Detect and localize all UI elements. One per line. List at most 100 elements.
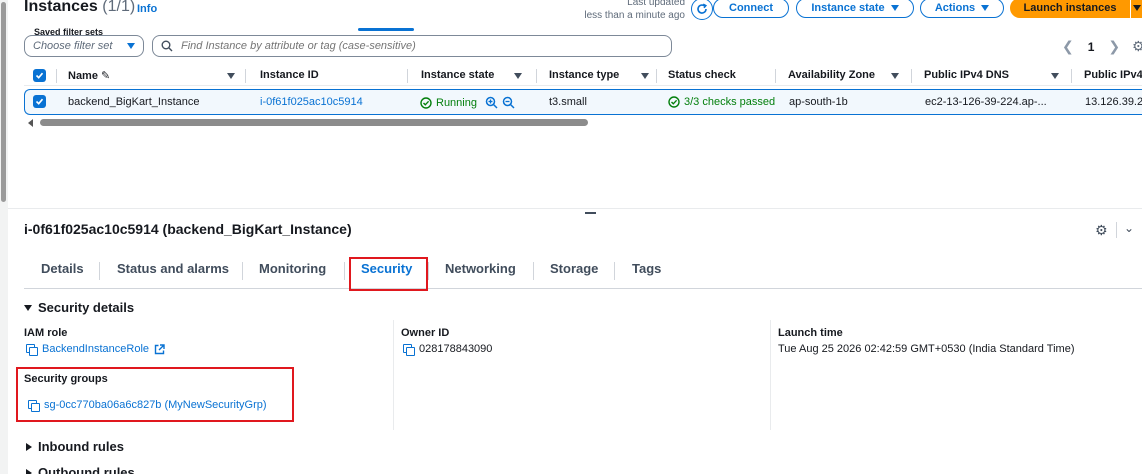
owner-id-value: 028178843090 xyxy=(403,343,492,356)
col-name-label: Name xyxy=(68,70,98,82)
search-box[interactable] xyxy=(152,35,672,57)
tab-status-and-alarms[interactable]: Status and alarms xyxy=(117,261,229,276)
status-check-text: 3/3 checks passed xyxy=(684,96,776,108)
edit-pencil-icon: ✎ xyxy=(101,70,111,82)
security-details-title: Security details xyxy=(38,300,135,315)
saved-filter-select[interactable]: Choose filter set xyxy=(24,35,144,57)
inbound-rules-header[interactable]: Inbound rules xyxy=(26,439,124,454)
sort-caret-icon[interactable] xyxy=(1051,73,1059,79)
instance-count: (1/1) xyxy=(102,0,136,15)
col-name[interactable]: Name ✎ xyxy=(68,69,110,82)
chevron-down-icon[interactable]: ⌄ xyxy=(1124,221,1134,235)
instance-state-label: Instance state xyxy=(811,2,885,14)
prev-page-icon[interactable]: ❮ xyxy=(1062,38,1074,55)
check-icon xyxy=(35,72,44,79)
col-public-dns[interactable]: Public IPv4 DNS xyxy=(924,69,1009,81)
highlight-box-security-groups xyxy=(16,367,294,422)
divider xyxy=(1116,222,1117,238)
scroll-left-icon[interactable] xyxy=(28,119,33,127)
row-checkbox[interactable] xyxy=(33,95,46,108)
tab-storage[interactable]: Storage xyxy=(550,261,598,276)
cell-availability-zone: ap-south-1b xyxy=(789,96,848,108)
connect-button[interactable]: Connect xyxy=(713,0,789,18)
pagination: ❮ 1 ❯ xyxy=(1062,38,1120,55)
iam-role-link[interactable]: BackendInstanceRole xyxy=(42,343,149,355)
cell-public-dns: ec2-13-126-39-224.ap-... xyxy=(925,96,1047,108)
actions-button[interactable]: Actions xyxy=(920,0,1004,18)
last-updated: Last updated less than a minute ago xyxy=(584,0,685,22)
outbound-rules-header[interactable]: Outbound rules xyxy=(26,465,135,474)
chevron-down-icon xyxy=(1132,5,1141,11)
instance-state-button[interactable]: Instance state xyxy=(796,0,914,18)
horizontal-scrollbar-thumb[interactable] xyxy=(40,119,588,126)
cell-instance-id[interactable]: i-0f61f025ac10c5914 xyxy=(260,96,363,108)
copy-icon[interactable] xyxy=(26,343,38,356)
column-divider xyxy=(770,320,771,430)
copy-icon[interactable] xyxy=(403,343,415,356)
left-scrollbar[interactable] xyxy=(0,0,8,474)
info-link[interactable]: Info xyxy=(137,3,157,15)
check-circle-icon xyxy=(668,96,680,108)
col-availability-zone[interactable]: Availability Zone xyxy=(788,69,875,81)
zoom-out-icon[interactable] xyxy=(502,96,515,109)
tab-networking[interactable]: Networking xyxy=(445,261,516,276)
detail-title: i-0f61f025ac10c5914 (backend_BigKart_Ins… xyxy=(24,221,352,237)
tab-tags[interactable]: Tags xyxy=(632,261,661,276)
gear-icon[interactable]: ⚙ xyxy=(1095,222,1108,239)
search-input[interactable] xyxy=(181,40,661,52)
cell-status-check: 3/3 checks passed xyxy=(668,96,776,108)
check-icon xyxy=(35,98,44,105)
detail-tabs: Details Status and alarms Monitoring Sec… xyxy=(24,255,1142,289)
cell-public-ip: 13.126.39.2 xyxy=(1085,96,1142,108)
launch-time-label: Launch time xyxy=(778,327,843,339)
caret-right-icon xyxy=(26,468,32,474)
owner-id-label: Owner ID xyxy=(401,327,450,339)
refresh-icon xyxy=(697,3,708,14)
refresh-button[interactable] xyxy=(691,0,713,20)
external-link-icon xyxy=(154,343,165,354)
launch-dropdown-button[interactable] xyxy=(1131,0,1142,18)
instance-state-text: Running xyxy=(436,96,477,109)
tab-details[interactable]: Details xyxy=(41,261,84,276)
pane-divider xyxy=(8,208,1142,209)
table-settings-gear-icon[interactable]: ⚙ xyxy=(1132,38,1142,55)
sort-caret-icon[interactable] xyxy=(227,73,235,79)
launch-instances-button[interactable]: Launch instances xyxy=(1010,0,1130,18)
sort-caret-icon[interactable] xyxy=(641,73,649,79)
col-status-check[interactable]: Status check xyxy=(668,69,736,81)
connect-label: Connect xyxy=(729,2,773,14)
tab-monitoring[interactable]: Monitoring xyxy=(259,261,326,276)
security-details-header[interactable]: Security details xyxy=(24,300,134,315)
cell-instance-state: Running xyxy=(420,96,515,109)
zoom-in-icon[interactable] xyxy=(485,96,498,109)
chevron-down-icon xyxy=(890,5,899,11)
iam-role-label: IAM role xyxy=(24,327,68,339)
chevron-down-icon xyxy=(981,5,990,11)
cell-name: backend_BigKart_Instance xyxy=(68,96,200,108)
caret-down-icon xyxy=(24,304,32,311)
col-instance-state[interactable]: Instance state xyxy=(421,69,494,81)
next-page-icon[interactable]: ❯ xyxy=(1108,38,1120,55)
page-title: Instances (1/1) xyxy=(24,0,135,16)
table-row[interactable]: backend_BigKart_Instance i-0f61f025ac10c… xyxy=(24,89,1142,115)
launch-instances-label: Launch instances xyxy=(1023,2,1117,14)
page-number[interactable]: 1 xyxy=(1088,40,1095,54)
highlight-box-security-tab xyxy=(349,257,428,291)
col-instance-type[interactable]: Instance type xyxy=(549,69,619,81)
saved-filter-placeholder: Choose filter set xyxy=(33,40,113,52)
sort-caret-icon[interactable] xyxy=(514,73,522,79)
col-instance-id[interactable]: Instance ID xyxy=(260,69,319,81)
sort-caret-icon[interactable] xyxy=(891,73,899,79)
last-updated-value: less than a minute ago xyxy=(584,10,685,21)
horizontal-scrollbar[interactable] xyxy=(24,118,1142,128)
iam-role-value[interactable]: BackendInstanceRole xyxy=(26,343,165,356)
column-divider xyxy=(393,320,394,430)
check-circle-icon xyxy=(420,96,432,109)
select-all-checkbox[interactable] xyxy=(33,69,46,82)
table-header: Name ✎ Instance ID Instance state Instan… xyxy=(24,66,1142,86)
col-public-ip[interactable]: Public IPv4 xyxy=(1084,69,1142,81)
drag-handle-icon[interactable] xyxy=(585,212,596,214)
actions-label: Actions xyxy=(934,2,976,14)
left-scrollbar-thumb[interactable] xyxy=(1,2,6,202)
chevron-down-icon xyxy=(127,43,135,49)
